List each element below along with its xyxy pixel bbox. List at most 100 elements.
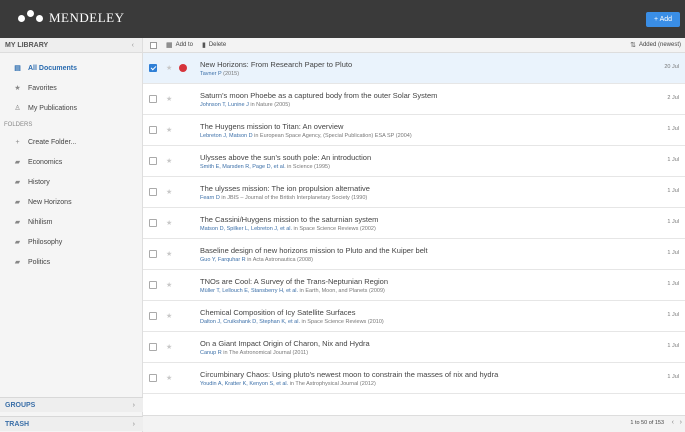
sidebar-folder-history[interactable]: ▰ History [0,172,142,192]
delete-button[interactable]: ▮ Delete [202,41,226,49]
favorite-star-icon[interactable]: ★ [166,281,174,289]
table-row[interactable]: ★ The Huygens mission to Titan: An overvi… [143,115,685,146]
pdf-icon[interactable] [179,64,187,72]
folder-label: Nihilism [28,218,53,226]
document-text: New Horizons: From Research Paper to Plu… [200,60,352,77]
pdf-icon [179,250,187,258]
create-folder-label: Create Folder... [28,138,77,146]
document-title[interactable]: New Horizons: From Research Paper to Plu… [200,60,352,69]
delete-label: Delete [208,42,227,48]
table-row[interactable]: ★ The Cassini/Huygens mission to the satu… [143,208,685,239]
app-name: MENDELEY [49,10,125,25]
add-to-label: Add to [175,42,193,48]
sidebar-item-favorites[interactable]: ★ Favorites [0,78,142,98]
document-title[interactable]: Saturn's moon Phoebe as a captured body … [200,91,437,100]
create-folder-button[interactable]: + Create Folder... [0,132,142,152]
sidebar-item-my-publications[interactable]: ♙ My Publications [0,98,142,118]
document-authors: Guo Y, Farquhar R [200,256,246,263]
sidebar-item-label: Favorites [28,84,57,92]
add-button[interactable]: + Add [646,12,680,27]
mendeley-logo[interactable]: MENDELEY [18,10,125,26]
document-date: 1 Jul [667,312,679,318]
row-checkbox[interactable] [149,312,157,320]
groups-header[interactable]: GROUPS › [0,397,143,412]
document-title[interactable]: Ulysses above the sun's south pole: An i… [200,153,371,162]
row-checkbox[interactable] [149,281,157,289]
row-checkbox[interactable] [149,64,157,72]
chevron-left-icon: ‹ [131,42,134,49]
document-title[interactable]: Baseline design of new horizons mission … [200,246,428,255]
document-title[interactable]: The Huygens mission to Titan: An overvie… [200,122,412,131]
table-row[interactable]: ★ The ulysses mission: The ion propulsion… [143,177,685,208]
favorite-star-icon[interactable]: ★ [166,64,174,72]
document-title[interactable]: Circumbinary Chaos: Using pluto's newest… [200,370,498,379]
favorite-star-icon[interactable]: ★ [166,250,174,258]
table-row[interactable]: ★ Saturn's moon Phoebe as a captured body… [143,84,685,115]
favorite-star-icon[interactable]: ★ [166,126,174,134]
document-text: The Cassini/Huygens mission to the satur… [200,215,378,232]
row-checkbox[interactable] [149,374,157,382]
table-row[interactable]: ★ TNOs are Cool: A Survey of the Trans-Ne… [143,270,685,301]
row-checkbox[interactable] [149,250,157,258]
row-checkbox[interactable] [149,157,157,165]
sort-dropdown[interactable]: ⇅ Added (newest) [630,41,681,49]
document-date: 1 Jul [667,188,679,194]
document-meta: Johnson T, Lunine J in Nature (2005) [200,102,437,108]
my-library-header[interactable]: MY LIBRARY ‹ [0,38,142,53]
sidebar-folder-politics[interactable]: ▰ Politics [0,252,142,272]
next-page-icon[interactable]: › [680,419,682,426]
table-row[interactable]: ★ Baseline design of new horizons mission… [143,239,685,270]
favorite-star-icon[interactable]: ★ [166,312,174,320]
table-row[interactable]: ★ On a Giant Impact Origin of Charon, Nix… [143,332,685,363]
folder-icon: ▰ [14,179,21,186]
trash-header[interactable]: TRASH › [0,416,143,431]
previous-page-icon[interactable]: ‹ [672,419,674,426]
document-meta: Dalton J, Cruikshank D, Stephan K, et al… [200,319,384,325]
pdf-icon [179,312,187,320]
document-date: 1 Jul [667,250,679,256]
row-checkbox[interactable] [149,95,157,103]
sidebar-item-all-documents[interactable]: ▤ All Documents [0,58,142,78]
pdf-icon [179,126,187,134]
document-title[interactable]: Chemical Composition of Icy Satellite Su… [200,308,384,317]
groups-label: GROUPS [5,402,36,409]
document-title[interactable]: TNOs are Cool: A Survey of the Trans-Nep… [200,277,388,286]
document-text: On a Giant Impact Origin of Charon, Nix … [200,339,370,356]
top-bar: MENDELEY + Add [0,0,685,38]
folder-icon: ▰ [14,239,21,246]
row-checkbox[interactable] [149,219,157,227]
sidebar-folder-philosophy[interactable]: ▰ Philosophy [0,232,142,252]
row-checkbox[interactable] [149,126,157,134]
document-title[interactable]: The Cassini/Huygens mission to the satur… [200,215,378,224]
sidebar-item-label: My Publications [28,104,78,112]
my-library-label: MY LIBRARY [5,42,49,49]
document-authors: Lebreton J, Matson D [200,132,253,139]
select-all-checkbox[interactable] [150,41,157,49]
add-to-button[interactable]: ▦ Add to [166,41,193,49]
row-checkbox[interactable] [149,188,157,196]
favorite-star-icon[interactable]: ★ [166,157,174,165]
favorite-star-icon[interactable]: ★ [166,374,174,382]
sidebar-folder-new-horizons[interactable]: ▰ New Horizons [0,192,142,212]
favorite-star-icon[interactable]: ★ [166,188,174,196]
sidebar-folder-nihilism[interactable]: ▰ Nihilism [0,212,142,232]
row-checkbox[interactable] [149,343,157,351]
folder-icon: ▰ [14,199,21,206]
table-row[interactable]: ★ Circumbinary Chaos: Using pluto's newes… [143,363,685,394]
favorite-star-icon[interactable]: ★ [166,95,174,103]
document-authors: Youdin A, Kratter K, Kenyon S, et al. [200,380,289,387]
table-row[interactable]: ★ Ulysses above the sun's south pole: An … [143,146,685,177]
favorite-star-icon[interactable]: ★ [166,219,174,227]
document-date: 1 Jul [667,343,679,349]
document-title[interactable]: The ulysses mission: The ion propulsion … [200,184,370,193]
sidebar-folder-economics[interactable]: ▰ Economics [0,152,142,172]
document-meta: Tavner P (2015) [200,71,352,77]
document-authors: Tavner P [200,70,222,77]
table-row[interactable]: ★ New Horizons: From Research Paper to Pl… [143,53,685,84]
table-row[interactable]: ★ Chemical Composition of Icy Satellite S… [143,301,685,332]
document-meta: Fearn D in JBIS – Journal of the British… [200,195,370,201]
favorite-star-icon[interactable]: ★ [166,343,174,351]
document-text: Baseline design of new horizons mission … [200,246,428,263]
document-authors: Dalton J, Cruikshank D, Stephan K, et al… [200,318,300,325]
document-title[interactable]: On a Giant Impact Origin of Charon, Nix … [200,339,370,348]
